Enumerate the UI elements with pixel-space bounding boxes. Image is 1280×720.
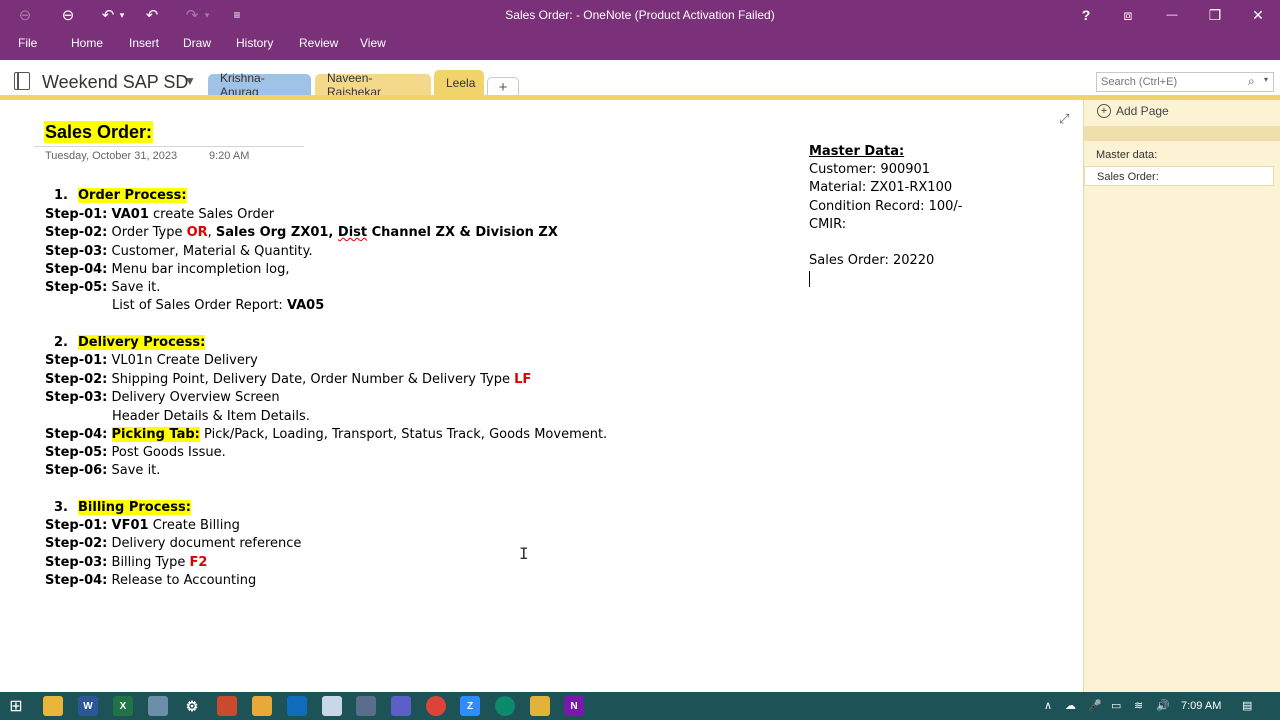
- order-step-05[interactable]: Step-05: Save it.: [45, 279, 160, 296]
- order-step-04[interactable]: Step-04: Menu bar incompletion log,: [45, 261, 290, 278]
- wifi-icon[interactable]: ≋: [1134, 699, 1143, 712]
- master-customer: Customer: 900901: [809, 162, 931, 178]
- tab-home[interactable]: Home: [71, 36, 103, 50]
- list-number: 1.: [54, 188, 68, 203]
- delivery-step-03-sub[interactable]: Header Details & Item Details.: [112, 408, 310, 425]
- taskbar: ⊞ W X ⚙ Z N ∧ ☁ 🎤 ▭ ≋ 🔊 7:09 AM ▤: [0, 692, 1280, 720]
- delivery-process-heading[interactable]: Delivery Process:: [78, 334, 206, 351]
- battery-icon[interactable]: ▭: [1111, 699, 1121, 712]
- billing-process-heading[interactable]: Billing Process:: [78, 499, 191, 516]
- section-tab-krishna-anurag[interactable]: Krishna-Anurag: [208, 71, 311, 99]
- delivery-step-03[interactable]: Step-03: Delivery Overview Screen: [45, 389, 280, 406]
- title-bar: ⊖ ⊖ ↶ ▾ ↶ ↷ ▾ ≡ Sales Order: - OneNote (…: [0, 0, 1280, 30]
- remote-desktop-icon[interactable]: [356, 696, 376, 716]
- notebook-name[interactable]: Weekend SAP SD: [42, 72, 188, 93]
- notebook-bar: Weekend SAP SD ▼ Krishna-Anurag Naveen-R…: [0, 60, 1280, 99]
- tab-review[interactable]: Review: [299, 36, 338, 50]
- delivery-step-01[interactable]: Step-01: VL01n Create Delivery: [45, 352, 258, 369]
- tab-history[interactable]: History: [236, 36, 273, 50]
- ribbon-display-icon[interactable]: ⧈: [1106, 2, 1150, 28]
- ibeam-cursor-icon: I: [519, 544, 529, 563]
- media-player-icon[interactable]: [252, 696, 272, 716]
- billing-step-04[interactable]: Step-04: Release to Accounting: [45, 572, 256, 589]
- snipping-tool-icon[interactable]: [148, 696, 168, 716]
- delivery-step-05[interactable]: Step-05: Post Goods Issue.: [45, 444, 226, 461]
- master-cmir: CMIR:: [809, 216, 847, 232]
- tab-view[interactable]: View: [360, 36, 386, 50]
- volume-icon[interactable]: 🔊: [1156, 699, 1170, 712]
- title-divider: [34, 146, 304, 147]
- master-sales-order: Sales Order: 20220: [809, 253, 935, 269]
- section-tab-naveen-rajshekar[interactable]: Naveen-Rajshekar: [315, 71, 431, 99]
- master-material: Material: ZX01-RX100: [809, 180, 953, 196]
- notebook-icon[interactable]: [14, 72, 30, 90]
- search-icon[interactable]: ⌕: [1248, 74, 1255, 89]
- windows-start-icon[interactable]: ⊞: [6, 696, 26, 716]
- page-title[interactable]: Sales Order:: [44, 121, 154, 143]
- add-page-icon: +: [1097, 104, 1111, 118]
- add-page-label: Add Page: [1116, 104, 1169, 118]
- tab-file[interactable]: File: [18, 36, 37, 50]
- section-tab-leela[interactable]: Leela: [434, 70, 484, 96]
- billing-step-03[interactable]: Step-03: Billing Type F2: [45, 554, 207, 571]
- text-caret: [809, 271, 810, 287]
- onenote-icon[interactable]: N: [564, 696, 584, 716]
- tab-draw[interactable]: Draw: [183, 36, 211, 50]
- list-number: 3.: [54, 500, 68, 515]
- expand-page-icon[interactable]: ⤢: [1059, 111, 1069, 127]
- billing-step-02[interactable]: Step-02: Delivery document reference: [45, 535, 301, 552]
- master-data-title: Master Data:: [809, 144, 905, 159]
- onedrive-icon[interactable]: ☁: [1065, 699, 1076, 712]
- show-hidden-icons[interactable]: ∧: [1044, 699, 1052, 712]
- tab-insert[interactable]: Insert: [129, 36, 159, 50]
- sticky-notes-icon[interactable]: [530, 696, 550, 716]
- clock-time[interactable]: 7:09 AM: [1181, 700, 1221, 712]
- order-step-03[interactable]: Step-03: Customer, Material & Quantity.: [45, 243, 313, 260]
- notifications-icon[interactable]: ▤: [1242, 699, 1252, 712]
- zoom-icon[interactable]: Z: [460, 696, 480, 716]
- page-item-sales-order[interactable]: Sales Order:: [1084, 166, 1274, 186]
- recorder-icon[interactable]: [217, 696, 237, 716]
- excel-icon[interactable]: X: [113, 696, 133, 716]
- ribbon-tabs: File Home Insert Draw History Review Vie…: [0, 30, 1280, 60]
- page-time: 9:20 AM: [209, 150, 250, 162]
- page-date: Tuesday, October 31, 2023: [45, 150, 178, 162]
- master-data-note[interactable]: Master Data: Customer: 900901 Material: …: [809, 143, 962, 270]
- pages-panel: [1083, 100, 1280, 692]
- billing-step-01[interactable]: Step-01: VF01 Create Billing: [45, 517, 240, 534]
- add-page-button[interactable]: + Add Page: [1097, 104, 1169, 118]
- delivery-step-06[interactable]: Step-06: Save it.: [45, 462, 160, 479]
- teams-icon[interactable]: [391, 696, 411, 716]
- add-section-button[interactable]: +: [487, 77, 519, 96]
- order-step-02[interactable]: Step-02: Order Type OR, Sales Org ZX01, …: [45, 224, 558, 241]
- pages-panel-header: [1084, 126, 1280, 141]
- edge-icon[interactable]: [495, 696, 515, 716]
- maximize-icon[interactable]: ❐: [1193, 2, 1237, 28]
- list-number: 2.: [54, 335, 68, 350]
- minimize-icon[interactable]: —: [1150, 2, 1194, 28]
- word-icon[interactable]: W: [78, 696, 98, 716]
- notebook-dropdown-icon[interactable]: ▼: [184, 74, 196, 88]
- order-step-01[interactable]: Step-01: VA01 create Sales Order: [45, 206, 274, 223]
- page-item-master-data[interactable]: Master data:: [1084, 145, 1274, 165]
- master-condition-record: Condition Record: 100/-: [809, 198, 963, 214]
- help-icon[interactable]: ?: [1064, 2, 1108, 28]
- delivery-step-02[interactable]: Step-02: Shipping Point, Delivery Date, …: [45, 371, 531, 388]
- search-scope-dropdown-icon[interactable]: ▾: [1264, 75, 1268, 84]
- settings-gear-icon[interactable]: ⚙: [182, 696, 202, 716]
- notepad-icon[interactable]: [322, 696, 342, 716]
- microphone-icon[interactable]: 🎤: [1088, 699, 1102, 712]
- order-step-05-sub[interactable]: List of Sales Order Report: VA05: [112, 297, 324, 314]
- close-icon[interactable]: ✕: [1236, 2, 1280, 28]
- order-process-heading[interactable]: Order Process:: [78, 187, 187, 204]
- chrome-icon[interactable]: [426, 696, 446, 716]
- outlook-icon[interactable]: [287, 696, 307, 716]
- file-explorer-icon[interactable]: [43, 696, 63, 716]
- delivery-step-04[interactable]: Step-04: Picking Tab: Pick/Pack, Loading…: [45, 426, 607, 443]
